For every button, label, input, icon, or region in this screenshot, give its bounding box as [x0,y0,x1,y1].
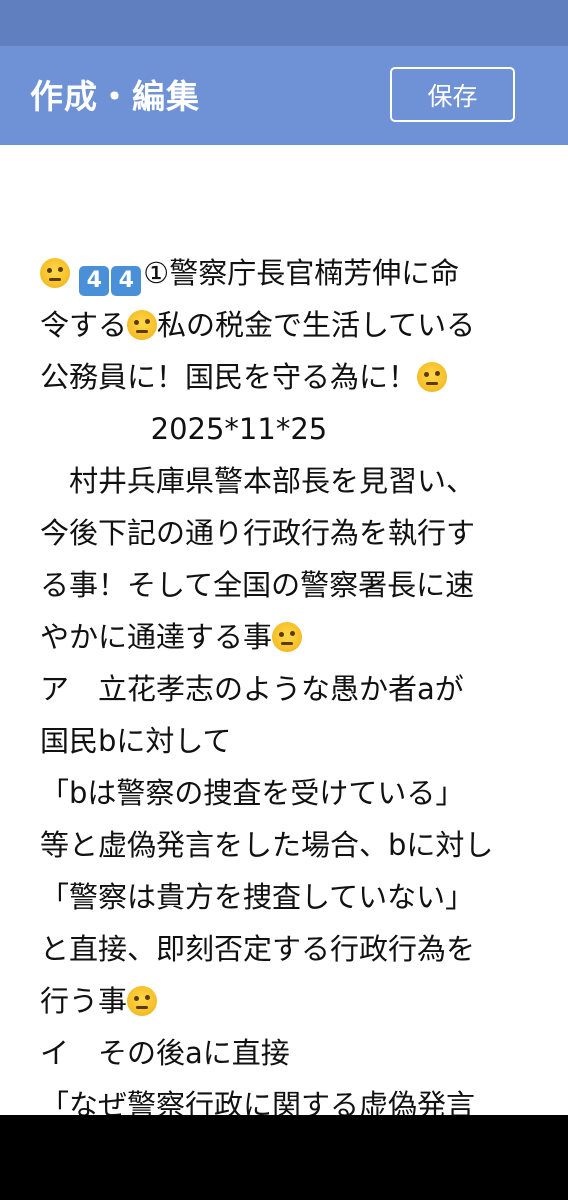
text-segment: やかに通達する事 [40,620,273,654]
raised-eyebrow-face-icon [417,362,448,392]
keycap-four-icon: 4 [79,266,110,296]
raised-eyebrow-face-icon [272,622,303,652]
status-bar [0,0,568,46]
text-line: る事！そして全国の警察署長に速 [40,568,475,602]
text-segment: ①警察庁長官楠芳伸に命 [143,256,460,290]
text-line: 今後下記の通り行政行為を執行す [40,516,476,550]
save-button[interactable]: 保存 [390,67,515,122]
text-line: やかに通達する事 [40,611,540,663]
editor-content-area[interactable]: 4 4 ①警察庁長官楠芳伸に命 令する 私の税金で生活している 公務員に！国民を守る為… [0,145,568,1115]
text-line: 行う事 [40,975,540,1027]
navigation-bar [0,1115,568,1200]
text-line: 公務員に！国民を守る為に！ [40,351,540,403]
text-line: 国民bに対して [40,724,232,758]
text-line: ア 立花孝志のような愚か者aが [40,672,464,706]
text-line: 2025*11*25 [40,412,328,446]
editor-text[interactable]: 4 4 ①警察庁長官楠芳伸に命 令する 私の税金で生活している 公務員に！国民を守る為… [40,247,540,1115]
text-line: 「なぜ警察行政に関する虚偽発言 [40,1088,476,1115]
text-segment: 令する [40,308,128,342]
raised-eyebrow-face-icon [127,986,158,1016]
keycap-four-icon: 4 [111,266,142,296]
text-segment: 私の税金で生活している [157,308,476,342]
text-line: 4 4 ①警察庁長官楠芳伸に命 [40,247,540,299]
app-bar: 作成・編集 保存 [0,46,568,145]
page-title: 作成・編集 [30,77,200,116]
text-line: と直接、即刻否定する行政行為を [40,932,476,966]
text-line: イ その後aに直接 [40,1036,290,1070]
raised-eyebrow-face-icon [127,310,158,340]
text-line: 「bは警察の捜査を受けている」 [40,776,465,810]
text-segment: 行う事 [40,984,128,1018]
text-line: 令する 私の税金で生活している [40,299,540,351]
raised-eyebrow-face-icon [40,258,70,288]
text-line: 村井兵庫県警本部長を見習い、 [40,464,476,498]
text-segment: 公務員に！国民を守る為に！ [40,360,418,394]
text-line: 「警察は貴方を捜査していない」 [40,880,475,914]
text-line: 等と虚偽発言をした場合、bに対し [40,828,494,862]
